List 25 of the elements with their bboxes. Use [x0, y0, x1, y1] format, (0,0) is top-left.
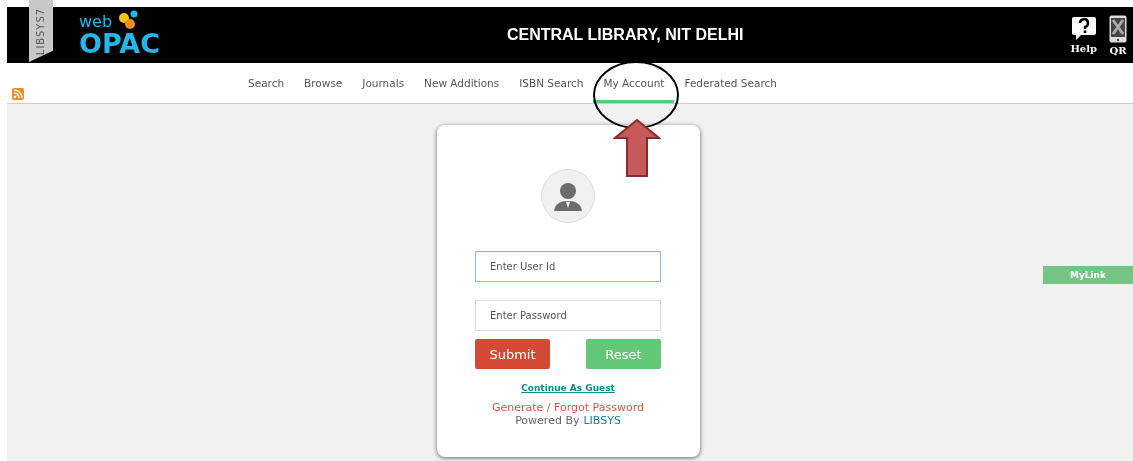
qr-phone-icon — [1109, 14, 1127, 43]
logo-opac-text: OPAC — [79, 29, 160, 57]
nav-tab[interactable]: New Additions — [414, 63, 510, 103]
submit-button[interactable]: Submit — [475, 339, 550, 369]
forgot-password-link[interactable]: Generate / Forgot Password — [492, 401, 644, 414]
library-title: CENTRAL LIBRARY, NIT DELHI — [505, 26, 745, 44]
continue-as-guest-link[interactable]: Continue As Guest — [521, 383, 615, 393]
nav-tab[interactable]: Browse — [294, 63, 353, 103]
user-id-field[interactable]: Enter User Id — [475, 251, 661, 282]
user-avatar-icon — [541, 169, 595, 223]
help-link[interactable]: Help — [1070, 14, 1097, 56]
powered-by-text: Powered By — [515, 414, 580, 427]
nav-tab[interactable]: ISBN Search — [509, 63, 594, 103]
logo-web-text: web — [79, 13, 113, 30]
up-arrow — [613, 118, 661, 178]
nav-tab[interactable]: Federated Search — [674, 63, 787, 103]
brand-text: LIBSYS — [583, 414, 621, 427]
nav-tab[interactable]: Search — [238, 63, 295, 103]
nav-tab[interactable]: Journals — [352, 63, 415, 103]
help-icon — [1070, 14, 1097, 41]
dots-icon — [117, 9, 139, 30]
password-field[interactable]: Enter Password — [475, 300, 661, 331]
qr-link[interactable]: QR — [1109, 14, 1127, 56]
ribbon-label: LIBSYS7 — [35, 7, 47, 55]
rss-icon[interactable] — [12, 88, 24, 100]
